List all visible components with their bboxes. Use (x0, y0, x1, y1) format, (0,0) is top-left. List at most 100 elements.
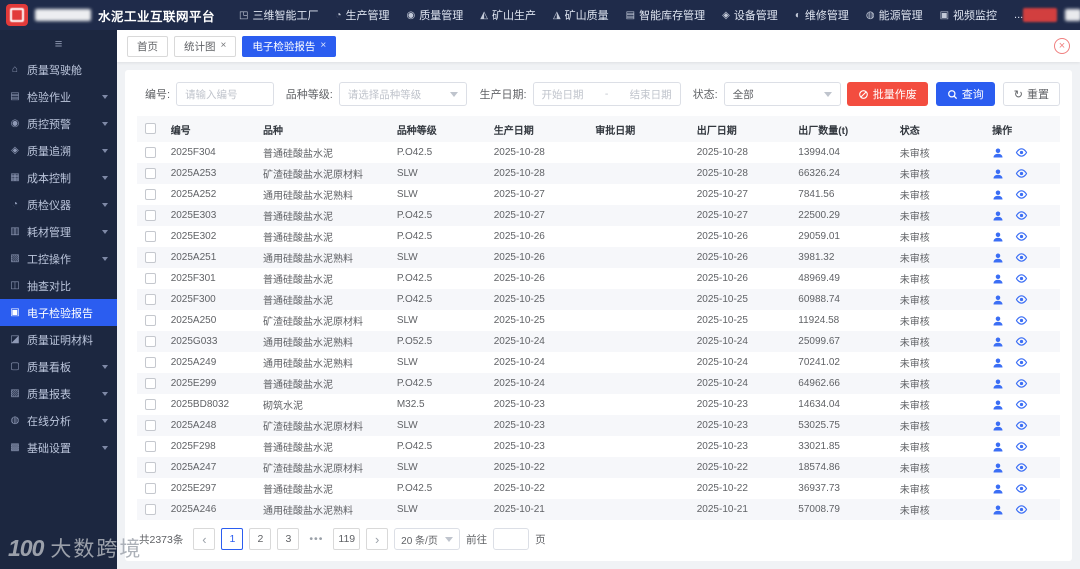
sidebar-item[interactable]: ◫ 抽查对比 (0, 272, 117, 299)
audit-icon[interactable] (992, 399, 1004, 411)
row-checkbox[interactable] (145, 503, 157, 515)
table-row[interactable]: 2025E302 普通硅酸盐水泥 P.O42.5 2025-10-26 2025… (137, 226, 1060, 247)
select-all-checkbox[interactable] (145, 123, 157, 135)
row-checkbox[interactable] (145, 419, 157, 431)
table-row[interactable]: 2025A250 矿渣硅酸盐水泥原材料 SLW 2025-10-25 2025-… (137, 310, 1060, 331)
tab[interactable]: 电子检验报告 (242, 35, 337, 57)
page-number-button[interactable]: 2 (249, 528, 272, 550)
table-row[interactable]: 2025A248 矿渣硅酸盐水泥原材料 SLW 2025-10-23 2025-… (137, 415, 1060, 436)
view-icon[interactable] (1015, 251, 1028, 264)
status-select[interactable]: 全部 (723, 82, 841, 106)
no-input[interactable]: 请输入编号 (176, 82, 274, 106)
view-icon[interactable] (1015, 272, 1028, 285)
view-icon[interactable] (1015, 356, 1028, 369)
audit-icon[interactable] (992, 189, 1004, 201)
top-nav-item[interactable]: ◮ 矿山质量 (553, 7, 609, 23)
row-checkbox[interactable] (145, 209, 157, 221)
date-range-picker[interactable]: 开始日期 - 结束日期 (532, 82, 681, 106)
table-row[interactable]: 2025A249 通用硅酸盐水泥熟料 SLW 2025-10-24 2025-1… (137, 352, 1060, 373)
table-row[interactable]: 2025A252 通用硅酸盐水泥熟料 SLW 2025-10-27 2025-1… (137, 184, 1060, 205)
view-icon[interactable] (1015, 230, 1028, 243)
view-icon[interactable] (1015, 461, 1028, 474)
sidebar-item[interactable]: ◉ 质控预警 (0, 110, 117, 137)
view-icon[interactable] (1015, 377, 1028, 390)
view-icon[interactable] (1015, 440, 1028, 453)
sidebar-item[interactable]: ▥ 耗材管理 (0, 218, 117, 245)
table-row[interactable]: 2025F304 普通硅酸盐水泥 P.O42.5 2025-10-28 2025… (137, 142, 1060, 163)
audit-icon[interactable] (992, 336, 1004, 348)
top-nav-item[interactable]: ◳ 三维智能工厂 (239, 7, 318, 23)
sidebar-item[interactable]: ▧ 工控操作 (0, 245, 117, 272)
row-checkbox[interactable] (145, 167, 157, 179)
row-checkbox[interactable] (145, 251, 157, 263)
audit-icon[interactable] (992, 231, 1004, 243)
page-number-button[interactable]: 119 (333, 528, 361, 550)
row-checkbox[interactable] (145, 356, 157, 368)
view-icon[interactable] (1015, 146, 1028, 159)
sidebar-item[interactable]: ▢ 质量看板 (0, 353, 117, 380)
row-checkbox[interactable] (145, 314, 157, 326)
page-number-button[interactable]: ••• (305, 528, 327, 550)
table-row[interactable]: 2025F301 普通硅酸盐水泥 P.O42.5 2025-10-26 2025… (137, 268, 1060, 289)
row-checkbox[interactable] (145, 272, 157, 284)
top-nav-item[interactable]: ◍ 能源管理 (866, 7, 923, 23)
row-checkbox[interactable] (145, 482, 157, 494)
view-icon[interactable] (1015, 167, 1028, 180)
top-nav-item[interactable]: ◉ 质量管理 (407, 7, 464, 23)
table-row[interactable]: 2025A247 矿渣硅酸盐水泥原材料 SLW 2025-10-22 2025-… (137, 457, 1060, 478)
top-nav-item[interactable]: ▣ 视频监控 (940, 7, 997, 23)
sidebar-collapse-icon[interactable]: ≡ (0, 30, 117, 56)
sidebar-item[interactable]: ◔ 质检仪器 (0, 191, 117, 218)
view-icon[interactable] (1015, 314, 1028, 327)
row-checkbox[interactable] (145, 440, 157, 452)
sidebar-item[interactable]: ▣ 电子检验报告 (0, 299, 117, 326)
top-nav-item[interactable]: ... (1014, 9, 1023, 21)
page-number-button[interactable]: 1 (221, 528, 244, 550)
view-icon[interactable] (1015, 293, 1028, 306)
grade-select[interactable]: 请选择品种等级 (338, 82, 468, 106)
search-button[interactable]: 查询 (935, 82, 995, 106)
table-row[interactable]: 2025E299 普通硅酸盐水泥 P.O42.5 2025-10-24 2025… (137, 373, 1060, 394)
sidebar-item[interactable]: ▩ 基础设置 (0, 434, 117, 461)
view-icon[interactable] (1015, 398, 1028, 411)
table-row[interactable]: 2025G033 通用硅酸盐水泥熟料 P.O52.5 2025-10-24 20… (137, 331, 1060, 352)
sidebar-item[interactable]: ▦ 成本控制 (0, 164, 117, 191)
audit-icon[interactable] (992, 462, 1004, 474)
view-icon[interactable] (1015, 209, 1028, 222)
row-checkbox[interactable] (145, 335, 157, 347)
row-checkbox[interactable] (145, 461, 157, 473)
row-checkbox[interactable] (145, 377, 157, 389)
sidebar-item[interactable]: ◈ 质量追溯 (0, 137, 117, 164)
row-checkbox[interactable] (145, 293, 157, 305)
audit-icon[interactable] (992, 168, 1004, 180)
table-row[interactable]: 2025BD8032 砌筑水泥 M32.5 2025-10-23 2025-10… (137, 394, 1060, 415)
audit-icon[interactable] (992, 504, 1004, 516)
sidebar-item[interactable]: ◍ 在线分析 (0, 407, 117, 434)
view-icon[interactable] (1015, 188, 1028, 201)
sidebar-item[interactable]: ◪ 质量证明材料 (0, 326, 117, 353)
page-size-select[interactable]: 20 条/页 (394, 528, 461, 550)
table-row[interactable]: 2025A253 矿渣硅酸盐水泥原材料 SLW 2025-10-28 2025-… (137, 163, 1060, 184)
audit-icon[interactable] (992, 378, 1004, 390)
prev-page-button[interactable] (193, 528, 216, 550)
audit-icon[interactable] (992, 147, 1004, 159)
tab-close-icon[interactable] (221, 41, 227, 51)
audit-icon[interactable] (992, 357, 1004, 369)
page-number-button[interactable]: 3 (277, 528, 300, 550)
row-checkbox[interactable] (145, 230, 157, 242)
reset-button[interactable]: 重置 (1002, 82, 1060, 106)
close-all-tabs-icon[interactable] (1054, 38, 1070, 54)
table-row[interactable]: 2025F298 普通硅酸盐水泥 P.O42.5 2025-10-23 2025… (137, 436, 1060, 457)
view-icon[interactable] (1015, 335, 1028, 348)
table-row[interactable]: 2025E303 普通硅酸盐水泥 P.O42.5 2025-10-27 2025… (137, 205, 1060, 226)
audit-icon[interactable] (992, 252, 1004, 264)
row-checkbox[interactable] (145, 398, 157, 410)
goto-page-input[interactable] (493, 528, 530, 550)
view-icon[interactable] (1015, 482, 1028, 495)
table-row[interactable]: 2025A251 通用硅酸盐水泥熟料 SLW 2025-10-26 2025-1… (137, 247, 1060, 268)
sidebar-item[interactable]: ⌂ 质量驾驶舱 (0, 56, 117, 83)
row-checkbox[interactable] (145, 146, 157, 158)
table-row[interactable]: 2025F300 普通硅酸盐水泥 P.O42.5 2025-10-25 2025… (137, 289, 1060, 310)
table-row[interactable]: 2025A246 通用硅酸盐水泥熟料 SLW 2025-10-21 2025-1… (137, 499, 1060, 520)
audit-icon[interactable] (992, 441, 1004, 453)
